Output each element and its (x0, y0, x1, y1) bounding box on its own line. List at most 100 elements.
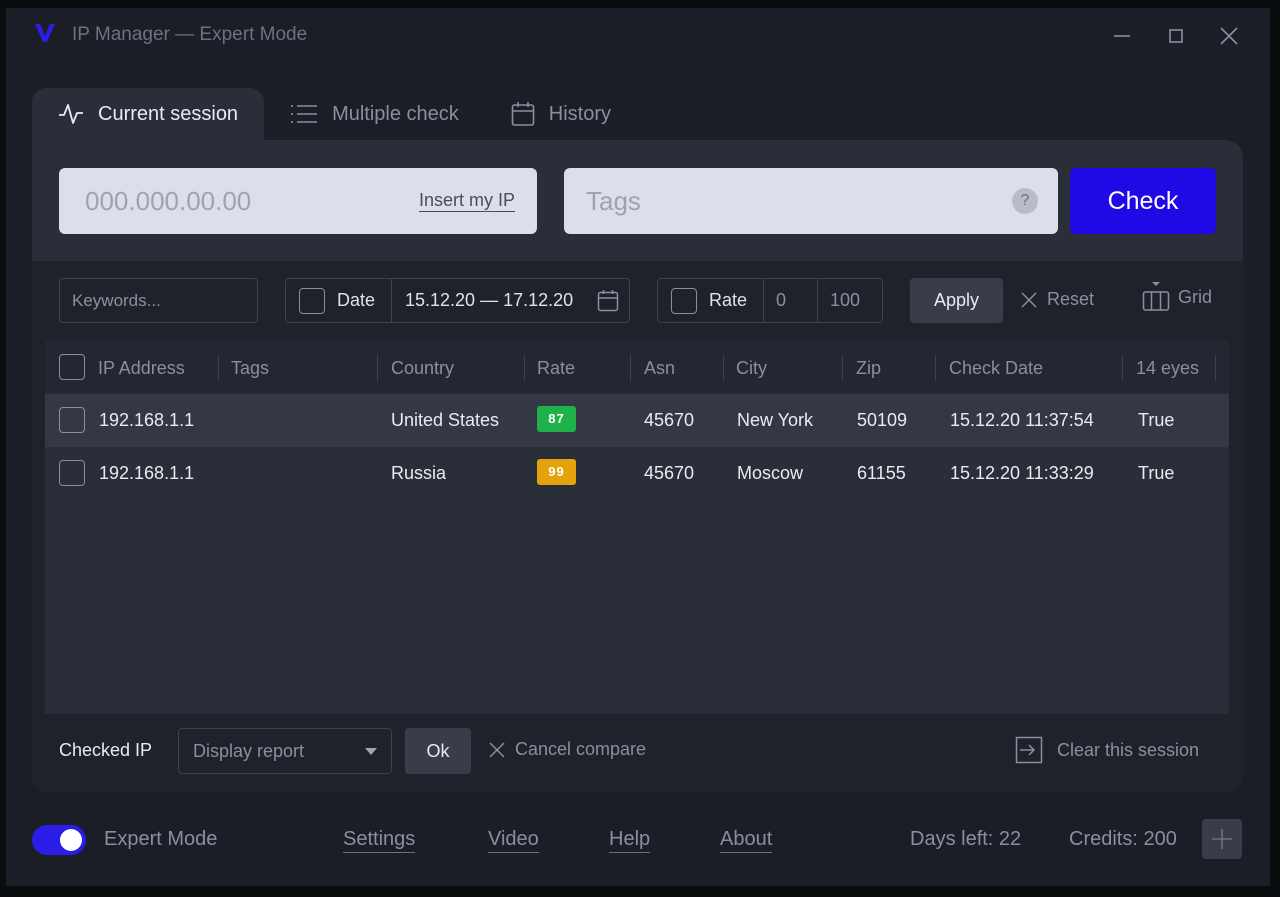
tab-bar: Current session Multiple check History (32, 88, 637, 140)
tags-input[interactable] (586, 168, 986, 234)
report-select[interactable]: Display report (178, 728, 392, 774)
results-table: IP Address Tags Country Rate Asn City Zi… (45, 341, 1229, 714)
tab-history[interactable]: History (485, 88, 637, 140)
tab-label: History (548, 102, 612, 125)
cell-ip: 192.168.1.1 (99, 410, 195, 430)
ip-input[interactable] (85, 168, 385, 234)
exit-icon (1015, 736, 1043, 764)
video-link[interactable]: Video (488, 828, 539, 853)
column-header-check-date[interactable]: Check Date (949, 355, 1123, 381)
activity-icon (59, 104, 83, 124)
column-header-city[interactable]: City (736, 355, 843, 381)
column-header-ip[interactable]: IP Address (98, 355, 219, 381)
close-icon (1220, 27, 1238, 45)
row-checkbox[interactable] (59, 407, 85, 433)
app-logo-icon (35, 24, 55, 42)
window-title: IP Manager — Expert Mode (72, 24, 308, 45)
check-button[interactable]: Check (1070, 168, 1216, 234)
table-row[interactable]: 192.168.1.1 United States 87 45670 New Y… (45, 394, 1229, 447)
report-select-value: Display report (193, 741, 305, 761)
close-icon (489, 741, 505, 758)
tab-label: Multiple check (332, 102, 459, 125)
cell-zip: 50109 (857, 410, 908, 430)
settings-link[interactable]: Settings (343, 828, 416, 853)
cell-14-eyes: True (1138, 463, 1175, 483)
column-header-tags[interactable]: Tags (231, 355, 378, 381)
minimize-icon (1114, 35, 1130, 37)
rate-min-input[interactable]: 0 (764, 279, 818, 322)
column-header-14-eyes[interactable]: 14 eyes (1136, 355, 1216, 381)
tab-label: Current session (98, 102, 239, 125)
cell-check-date: 15.12.20 11:37:54 (950, 410, 1094, 430)
cell-check-date: 15.12.20 11:33:29 (950, 463, 1094, 483)
ip-field: Insert my IP (59, 168, 537, 234)
reset-button[interactable]: Reset (1020, 289, 1094, 310)
apply-button[interactable]: Apply (910, 278, 1003, 323)
compare-bar: Checked IP Display report Ok Cancel comp… (32, 728, 1243, 774)
expert-mode-toggle[interactable] (32, 825, 86, 855)
help-icon[interactable]: ? (1012, 188, 1038, 214)
cell-ip: 192.168.1.1 (99, 463, 195, 483)
rate-badge: 87 (537, 406, 576, 432)
cell-zip: 61155 (857, 463, 906, 483)
about-link[interactable]: About (720, 828, 773, 853)
rate-badge: 99 (537, 459, 576, 485)
table-header: IP Address Tags Country Rate Asn City Zi… (45, 341, 1229, 393)
cell-city: Moscow (737, 463, 804, 483)
keywords-input[interactable] (60, 279, 257, 322)
toggle-knob (60, 829, 82, 851)
row-checkbox[interactable] (59, 460, 85, 486)
columns-icon (1142, 282, 1170, 311)
plus-icon (1212, 829, 1232, 849)
rate-label: Rate (709, 290, 748, 310)
tab-current-session[interactable]: Current session (32, 88, 265, 140)
insert-my-ip-link[interactable]: Insert my IP (418, 190, 515, 212)
results-area: Date 15.12.20 — 17.12.20 Rate (32, 261, 1243, 793)
days-left: Days left: 22 (910, 828, 1022, 850)
date-label: Date (337, 290, 376, 310)
cell-country: United States (391, 410, 500, 430)
add-credits-button[interactable] (1202, 819, 1242, 859)
date-toggle: Date (286, 279, 392, 322)
tags-field: ? (564, 168, 1058, 234)
cancel-compare-button[interactable]: Cancel compare (488, 739, 646, 760)
rate-filter: Rate 0 100 (657, 278, 883, 323)
chevron-down-icon (365, 748, 377, 755)
calendar-icon (597, 290, 619, 312)
date-checkbox[interactable] (299, 287, 325, 314)
title-bar: IP Manager — Expert Mode (6, 8, 1270, 64)
footer-bar: Expert Mode Settings Video Help About Da… (6, 818, 1270, 868)
list-icon (291, 105, 318, 123)
cell-asn: 45670 (644, 410, 695, 430)
column-header-zip[interactable]: Zip (856, 355, 936, 381)
maximize-button[interactable] (1162, 22, 1190, 50)
credits: Credits: 200 (1069, 828, 1177, 850)
table-row[interactable]: 192.168.1.1 Russia 99 45670 Moscow 61155… (45, 447, 1229, 500)
date-range-picker[interactable]: 15.12.20 — 17.12.20 (392, 279, 629, 322)
minimize-button[interactable] (1108, 22, 1136, 50)
ok-button[interactable]: Ok (405, 728, 471, 774)
calendar-icon (511, 102, 535, 126)
cell-14-eyes: True (1138, 410, 1175, 430)
checked-ip-label: Checked IP (59, 740, 153, 760)
cell-city: New York (737, 410, 814, 430)
column-header-rate[interactable]: Rate (537, 355, 631, 381)
cell-asn: 45670 (644, 463, 695, 483)
tab-multiple-check[interactable]: Multiple check (264, 88, 485, 140)
app-window: IP Manager — Expert Mode Current session (6, 8, 1270, 886)
close-icon (1021, 291, 1037, 308)
column-header-country[interactable]: Country (391, 355, 525, 381)
grid-view-button[interactable]: Grid (1142, 281, 1212, 313)
column-header-asn[interactable]: Asn (644, 355, 724, 381)
select-all-checkbox[interactable] (59, 354, 85, 380)
rate-checkbox[interactable] (671, 287, 697, 314)
rate-max-input[interactable]: 100 (818, 279, 882, 322)
grid-label: Grid (1178, 286, 1213, 307)
maximize-icon (1169, 29, 1183, 43)
close-button[interactable] (1215, 22, 1243, 50)
session-panel: Insert my IP ? Check Date 15.12.20 — 17.… (32, 140, 1243, 793)
help-link[interactable]: Help (609, 828, 651, 853)
rate-toggle: Rate (658, 279, 764, 322)
date-range-value: 15.12.20 — 17.12.20 (405, 290, 574, 310)
clear-session-button[interactable]: Clear this session (1015, 736, 1199, 764)
